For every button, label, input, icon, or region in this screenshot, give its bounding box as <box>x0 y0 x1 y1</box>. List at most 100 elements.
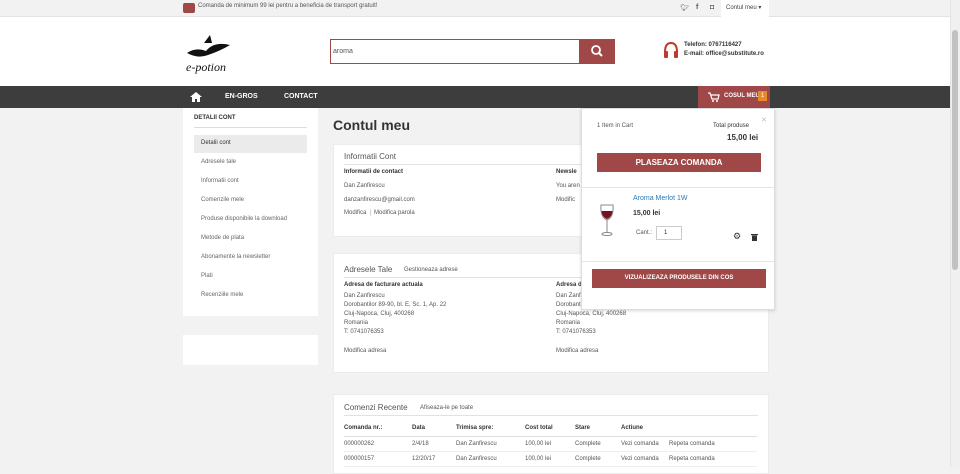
newsletter-heading: Newsle <box>556 169 577 175</box>
shipping-line: Cluj-Napoca, Cluj, 400268 <box>556 311 627 317</box>
reorder-link[interactable]: Repeta comanda <box>669 436 757 452</box>
order-date: 2/4/18 <box>412 436 456 452</box>
card-title: Adresele Tale <box>344 265 393 274</box>
shipping-line: T: 0741076353 <box>556 329 596 335</box>
account-menu[interactable]: Contul meu ▾ <box>721 0 769 17</box>
email-text: E-mail: office@substitute.ro <box>684 51 764 57</box>
mini-cart-dropdown: ✕ 1 Item in Cart Total produse 15,00 lei… <box>581 108 775 310</box>
order-status: Complete <box>575 436 621 452</box>
quantity-label: Cant.: <box>636 230 653 236</box>
card-title: Informatii Cont <box>344 152 397 161</box>
contact-heading: Informatii de contact <box>344 169 404 175</box>
cart-items-count: 1 Item in Cart <box>597 123 634 129</box>
cart-product-price: 15,00 lei <box>633 210 661 217</box>
edit-shipping-link[interactable]: Modifica adresa <box>556 348 598 354</box>
home-icon[interactable] <box>190 92 202 102</box>
logo[interactable]: e-potion <box>184 31 234 75</box>
header: e-potion Telefon: 0767116427 E-mail: off… <box>0 17 950 86</box>
cart-count-badge: 1 <box>758 91 767 101</box>
billing-line: Romania <box>344 320 369 326</box>
gear-icon[interactable]: ⚙ <box>733 231 741 242</box>
wine-glass-image[interactable] <box>599 203 615 237</box>
shipping-heading: Adresa d <box>556 282 582 288</box>
billing-line: Dorobantilor 89-90, bl. E, Sc. 1, Ap. 22 <box>344 302 447 308</box>
order-number: 000000157 <box>344 451 412 467</box>
view-order-link[interactable]: Vezi comanda <box>621 436 669 452</box>
billing-line: Dan Zanfirescu <box>344 293 385 299</box>
cart-icon <box>708 92 720 102</box>
quantity-field[interactable]: 1 <box>656 226 682 240</box>
reorder-link[interactable]: Repeta comanda <box>669 451 757 467</box>
nav-item-contact[interactable]: CONTACT <box>284 93 318 100</box>
phone-text: Telefon: 0767116427 <box>684 42 742 48</box>
cart-total-label: Total produse <box>713 123 750 129</box>
manage-addresses-link[interactable]: Gestioneaza adrese <box>404 267 458 273</box>
contact-info: Telefon: 0767116427 E-mail: office@subst… <box>663 40 773 62</box>
search-box <box>330 39 615 64</box>
search-input[interactable] <box>333 42 579 61</box>
sidebar-item-addresses[interactable]: Adresele tale <box>194 154 307 172</box>
order-total: 100,00 lei <box>525 451 575 467</box>
billing-line: Cluj-Napoca, Cluj, 400268 <box>344 311 415 317</box>
sidebar-item-payments[interactable]: Plati <box>194 268 307 286</box>
truck-icon <box>183 3 195 13</box>
promo-text: Comanda de minimum 99 lei pentru a benef… <box>198 3 378 9</box>
shipping-line: Romania <box>556 320 581 326</box>
cart-label: COSUL MEU <box>724 93 760 99</box>
divider <box>582 187 774 188</box>
checkout-button[interactable]: PLASEAZA COMANDA <box>597 153 761 172</box>
facebook-icon[interactable]: f <box>696 4 698 11</box>
order-total: 100,00 lei <box>525 436 575 452</box>
table-header-row: Comanda nr.: Data Trimisa spre: Cost tot… <box>344 421 757 437</box>
chevron-down-icon: ▾ <box>758 5 762 11</box>
view-all-orders-link[interactable]: Afiseaza-le pe toate <box>420 405 473 411</box>
search-button[interactable] <box>579 39 615 64</box>
nav-item-en-gros[interactable]: EN-GROS <box>225 93 258 100</box>
sidebar-item-newsletter[interactable]: Abonamente la newsletter <box>194 249 307 267</box>
column-header: Cost total <box>525 421 575 437</box>
divider <box>582 261 774 262</box>
divider <box>194 127 307 128</box>
instagram-icon[interactable]: ◘ <box>710 4 714 11</box>
edit-billing-link[interactable]: Modifica adresa <box>344 348 386 354</box>
headphones-icon <box>664 41 678 58</box>
edit-link[interactable]: Modifica <box>344 210 366 216</box>
newsletter-text: You aren <box>556 183 580 189</box>
column-header: Actiune <box>621 421 669 437</box>
column-header: Comanda nr.: <box>344 421 412 437</box>
page-title: Contul meu <box>333 117 410 133</box>
customer-name: Dan Zanfirescu <box>344 183 385 189</box>
change-password-link[interactable]: Modifica parola <box>374 210 415 216</box>
sidebar-item-account-info[interactable]: Informatii cont <box>194 173 307 191</box>
cart-total: 15,00 lei <box>727 133 759 142</box>
newsletter-edit-link[interactable]: Modific <box>556 197 575 203</box>
billing-line: T: 0741076353 <box>344 329 384 335</box>
close-icon[interactable]: ✕ <box>761 116 767 124</box>
order-date: 12/20/17 <box>412 451 456 467</box>
logo-text: e-potion <box>186 60 226 74</box>
view-order-link[interactable]: Vezi comanda <box>621 451 669 467</box>
top-bar: Comanda de minimum 99 lei pentru a benef… <box>0 0 950 17</box>
cart-product-name[interactable]: Aroma Merlot 1W <box>633 195 687 202</box>
billing-heading: Adresa de facturare actuala <box>344 282 423 288</box>
sidebar-item-orders[interactable]: Comenzile mele <box>194 192 307 210</box>
card-title: Comenzi Recente <box>344 403 408 412</box>
sidebar-item-account-details[interactable]: Detalii cont <box>194 135 307 153</box>
twitter-icon[interactable]: 🐦︎ <box>680 4 689 12</box>
sidebar-item-reviews[interactable]: Recenziile mele <box>194 287 307 305</box>
column-header: Data <box>412 421 456 437</box>
table-row: 000000157 12/20/17 Dan Zanfirescu 100,00… <box>344 451 757 467</box>
cart-button[interactable]: COSUL MEU 1 <box>698 86 770 108</box>
scrollbar-thumb[interactable] <box>952 30 958 270</box>
trash-icon[interactable] <box>751 233 758 241</box>
column-header: Trimisa spre: <box>456 421 525 437</box>
sidebar-item-payment-methods[interactable]: Metode de plata <box>194 230 307 248</box>
account-sidebar: DETALII CONT Detalii cont Adresele tale … <box>183 108 318 316</box>
divider <box>344 415 758 416</box>
account-label: Contul meu <box>726 5 757 11</box>
sidebar-item-downloads[interactable]: Produse disponibile la download <box>194 211 307 229</box>
table-row: 000000262 2/4/18 Dan Zanfirescu 100,00 l… <box>344 436 757 452</box>
sidebar-box <box>183 335 318 365</box>
view-cart-button[interactable]: VIZUALIZEAZA PRODUSELE DIN COS <box>592 269 766 288</box>
search-icon <box>591 45 603 57</box>
